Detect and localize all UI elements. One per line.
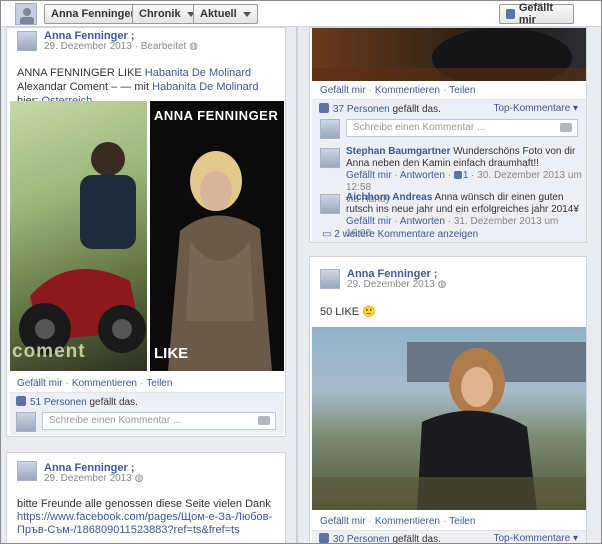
comment-like-action[interactable]: Gefällt mir xyxy=(346,170,392,181)
tag-link[interactable]: Habanita De Molinard xyxy=(145,67,251,79)
share-action[interactable]: Teilen xyxy=(146,378,172,389)
more-comments-link[interactable]: ▭ 2 weitere Kommentare anzeigen xyxy=(322,229,478,240)
photo-caption: coment xyxy=(12,341,86,362)
post-date[interactable]: 29. Dezember 2013 xyxy=(347,279,435,290)
post-card: Anna Fenninger ; 29. Dezember 2013 · Bea… xyxy=(6,27,286,437)
share-action[interactable]: Teilen xyxy=(449,516,475,527)
comment-action[interactable]: Kommentieren xyxy=(72,378,137,389)
likes-count-link[interactable]: 51 Personen xyxy=(30,397,87,408)
thumbs-up-icon xyxy=(319,533,329,543)
aktuell-label: Aktuell xyxy=(200,8,237,20)
author-avatar[interactable] xyxy=(17,461,37,481)
post-meta: 29. Dezember 2013 ◍ xyxy=(347,279,446,290)
post-url-link[interactable]: https://www.facebook.com/pages/Щом-е-За-… xyxy=(17,511,279,537)
likes-text: gefällt das. xyxy=(89,397,138,408)
camera-icon[interactable] xyxy=(560,123,572,132)
like-action[interactable]: Gefällt mir xyxy=(320,85,366,96)
post-actions: Gefällt mir · Kommentieren · Teilen xyxy=(17,378,173,389)
post-photo-left[interactable]: coment xyxy=(10,101,147,371)
post-actions: Gefällt mir · Kommentieren · Teilen xyxy=(320,516,476,527)
comment-like-action[interactable]: Gefällt mir xyxy=(346,216,392,227)
top-comments-dropdown[interactable]: Top-Kommentare ▾ xyxy=(493,533,578,544)
author-avatar[interactable] xyxy=(320,269,340,289)
top-comments-dropdown[interactable]: Top-Kommentare ▾ xyxy=(493,103,578,114)
thumbs-up-icon xyxy=(453,171,462,179)
likes-count-link[interactable]: 30 Personen xyxy=(333,534,390,543)
camera-icon[interactable] xyxy=(258,416,270,425)
comment-bubble-icon: ▭ xyxy=(322,229,332,240)
commenter-name[interactable]: Aichhorn Andreas xyxy=(346,192,432,203)
chronik-label: Chronik xyxy=(139,8,181,20)
thumbs-up-icon xyxy=(506,9,515,19)
thumbs-up-icon xyxy=(319,103,329,113)
viewer-avatar xyxy=(320,119,340,139)
top-comments-label: Top-Kommentare xyxy=(493,533,571,544)
thumbs-up-icon xyxy=(16,396,26,406)
likes-count-link[interactable]: 37 Personen xyxy=(333,104,390,115)
likes-text: gefällt das. xyxy=(392,104,441,115)
comment-action[interactable]: Kommentieren xyxy=(375,516,440,527)
likes-bar: 51 Personen gefällt das. xyxy=(10,392,284,409)
timeline-spine xyxy=(296,27,298,544)
chevron-down-icon xyxy=(242,11,251,17)
page-like-label: Gefällt mir xyxy=(518,2,554,26)
post-photo-right[interactable]: ANNA FENNINGER LIKE xyxy=(150,101,284,371)
comment-input[interactable]: Schreibe einen Kommentar ... xyxy=(42,412,276,430)
globe-icon: ◍ xyxy=(437,279,447,290)
post-photo[interactable] xyxy=(312,28,586,81)
commenter-avatar[interactable] xyxy=(320,194,340,214)
page-avatar[interactable] xyxy=(15,3,37,25)
post-photo[interactable] xyxy=(312,327,586,510)
post-text: 50 LIKE 🙂 xyxy=(320,306,376,318)
top-comments-label: Top-Kommentare xyxy=(493,103,571,114)
comment-placeholder: Schreibe einen Kommentar ... xyxy=(49,415,182,426)
comment-placeholder: Schreibe einen Kommentar ... xyxy=(353,122,486,133)
comment-box-area: Schreibe einen Kommentar ... xyxy=(10,409,284,435)
post-text-mid: Alexandar Coment – — mit xyxy=(17,81,150,93)
commenter-avatar[interactable] xyxy=(320,148,340,168)
comments-area: Schreibe einen Kommentar ... Stephan Bau… xyxy=(312,116,586,242)
photo-caption: LIKE xyxy=(154,345,189,362)
post-text: bitte Freunde alle genossen diese Seite … xyxy=(17,498,271,510)
post-meta: 29. Dezember 2013 ◍ xyxy=(44,473,143,484)
comment-reply-action[interactable]: Antworten xyxy=(400,216,445,227)
globe-icon: ◍ xyxy=(134,473,144,484)
post-date[interactable]: 29. Dezember 2013 xyxy=(44,473,132,484)
chronik-dropdown[interactable]: Chronik xyxy=(132,4,202,24)
post-actions: Gefällt mir · Kommentieren · Teilen xyxy=(320,85,476,96)
comment-meta: Gefällt mir · Antworten · 1 · 30. Dezemb… xyxy=(346,170,582,193)
comment-input[interactable]: Schreibe einen Kommentar ... xyxy=(346,119,578,137)
more-comments-label: 2 weitere Kommentare anzeigen xyxy=(334,229,479,240)
author-avatar[interactable] xyxy=(17,31,37,51)
likes-bar: 37 Personen gefällt das. Top-Kommentare … xyxy=(312,99,586,116)
aktuell-dropdown[interactable]: Aktuell xyxy=(193,4,258,24)
page-topbar: Anna Fenninger ; Chronik Aktuell Gefällt… xyxy=(0,0,602,27)
share-action[interactable]: Teilen xyxy=(449,85,475,96)
comment-action[interactable]: Kommentieren xyxy=(375,85,440,96)
commenter-name[interactable]: Stephan Baumgartner xyxy=(346,146,450,157)
post-card: Gefällt mir · Kommentieren · Teilen 37 Perso… xyxy=(309,27,587,243)
tag-link[interactable]: Habanita De Molinard xyxy=(152,81,258,93)
post-card: Anna Fenninger ; 29. Dezember 2013 ◍ bit… xyxy=(6,452,286,544)
likes-text: gefällt das. xyxy=(392,534,441,544)
viewer-avatar xyxy=(16,412,36,432)
post-meta: 29. Dezember 2013 · Bearbeitet ◍ xyxy=(44,41,198,52)
post-date[interactable]: 29. Dezember 2013 xyxy=(44,41,132,52)
post-edited: Bearbeitet xyxy=(140,41,187,52)
globe-icon: ◍ xyxy=(189,41,198,52)
comment-like-count[interactable]: 1 xyxy=(463,170,469,181)
comment-reply-action[interactable]: Antworten xyxy=(400,170,445,181)
post-card: Anna Fenninger ; 29. Dezember 2013 ◍ 50 … xyxy=(309,256,587,544)
post-text-prefix: ANNA FENNINGER LIKE xyxy=(17,67,142,79)
like-action[interactable]: Gefällt mir xyxy=(17,378,63,389)
likes-bar: 30 Personen gefällt das. Top-Kommentare … xyxy=(312,530,586,544)
page-name-label: Anna Fenninger ; xyxy=(51,8,142,20)
page-like-button[interactable]: Gefällt mir xyxy=(499,2,574,26)
like-action[interactable]: Gefällt mir xyxy=(320,516,366,527)
